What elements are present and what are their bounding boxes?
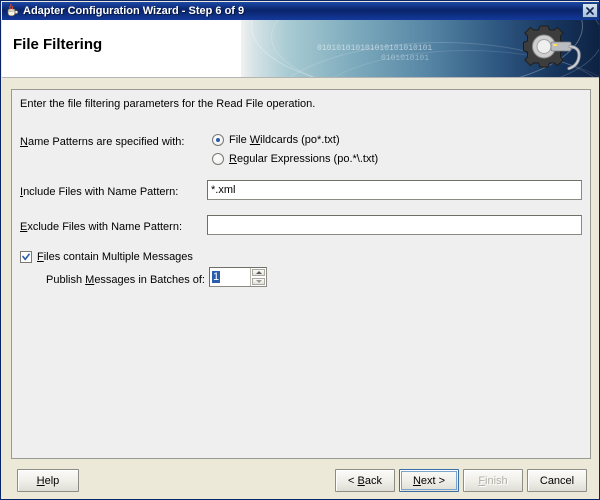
intro-text: Enter the file filtering parameters for … <box>20 98 316 110</box>
radio-label-wildcards: File Wildcards (po*.txt) <box>229 134 340 146</box>
java-coffee-cup-icon <box>4 3 20 19</box>
binary-decoration-text: 010101010101010101010101 <box>317 44 433 53</box>
cancel-button[interactable]: Cancel <box>527 469 587 492</box>
name-patterns-label: Name Patterns are specified with: <box>20 136 185 148</box>
finish-button-label: Finish <box>478 474 508 487</box>
window-title: Adapter Configuration Wizard - Step 6 of… <box>23 5 245 17</box>
help-button-label: Help <box>36 474 60 487</box>
back-button[interactable]: < Back <box>335 469 395 492</box>
gear-with-plug-icon <box>520 24 584 74</box>
next-button-label: Next > <box>412 474 446 487</box>
stepper-up-icon[interactable] <box>252 269 265 276</box>
include-pattern-value: *.xml <box>211 184 236 196</box>
batch-size-value: 1 <box>212 271 221 283</box>
stepper-down-icon[interactable] <box>252 278 265 285</box>
back-button-label: < Back <box>348 474 382 487</box>
title-bar: Adapter Configuration Wizard - Step 6 of… <box>2 2 599 20</box>
wizard-dialog: Adapter Configuration Wizard - Step 6 of… <box>0 0 600 500</box>
cancel-button-label: Cancel <box>539 474 575 487</box>
batch-size-label: Publish Messages in Batches of: <box>46 274 205 286</box>
banner-artwork: 010101010101010101010101 0101010101 <box>241 20 599 78</box>
radio-indicator-regex[interactable] <box>212 153 224 165</box>
include-pattern-input[interactable]: *.xml <box>207 180 582 200</box>
page-title: File Filtering <box>13 36 103 53</box>
close-icon[interactable] <box>582 3 598 18</box>
checkbox-label-multiple-messages: Files contain Multiple Messages <box>37 251 193 263</box>
radio-regular-expressions[interactable]: Regular Expressions (po.*\.txt) <box>212 153 378 165</box>
stepper-buttons <box>250 268 266 286</box>
binary-decoration-text-2: 0101010101 <box>381 54 430 63</box>
radio-indicator-wildcards[interactable] <box>212 134 224 146</box>
content-panel: Enter the file filtering parameters for … <box>11 89 591 459</box>
name-patterns-label-rest: ame Patterns are specified with: <box>27 136 185 148</box>
next-button[interactable]: Next > <box>399 469 459 492</box>
exclude-pattern-input[interactable] <box>207 215 582 235</box>
help-button[interactable]: Help <box>17 469 79 492</box>
finish-button: Finish <box>463 469 523 492</box>
exclude-pattern-label: Exclude Files with Name Pattern: <box>20 221 183 233</box>
radio-file-wildcards[interactable]: File Wildcards (po*.txt) <box>212 134 340 146</box>
banner-divider <box>2 77 599 78</box>
radio-label-regex: Regular Expressions (po.*\.txt) <box>229 153 379 165</box>
include-pattern-label: Include Files with Name Pattern: <box>20 186 179 198</box>
wizard-banner: File Filtering 010101010101010101010101 … <box>2 20 599 78</box>
batch-size-stepper[interactable]: 1 <box>209 267 267 287</box>
checkbox-multiple-messages[interactable]: Files contain Multiple Messages <box>20 251 193 263</box>
batch-size-input[interactable]: 1 <box>210 268 250 286</box>
checkbox-indicator-multiple-messages[interactable] <box>20 251 32 263</box>
